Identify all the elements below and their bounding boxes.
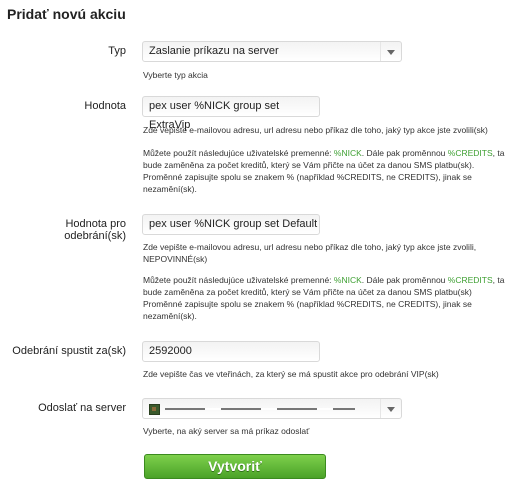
server-help: Vyberte, na aký server sa má príkaz odos…	[143, 426, 310, 436]
server-dropdown-arrow[interactable]	[380, 399, 401, 418]
typ-select[interactable]: Zaslanie príkazu na server	[142, 41, 402, 62]
typ-select-value: Zaslanie príkazu na server	[149, 45, 279, 57]
server-select[interactable]	[142, 398, 402, 419]
odobrani-variables-line2: bude zaměněna za počet kreditů, který se…	[143, 287, 472, 297]
hodnota-variables-line3: Proměnné zapisujte spolu se znakem % (na…	[143, 172, 472, 182]
typ-dropdown-arrow[interactable]	[380, 42, 401, 61]
odobrani-help-line1: Zde vepište e-mailovou adresu, url adres…	[143, 242, 477, 252]
chevron-down-icon	[387, 50, 395, 55]
odobrani-variables-line3: Proměnné zapisujte spolu se znakem % (na…	[143, 299, 472, 309]
hodnota-variables-help: Můžete použít následujúce uživatelské pr…	[143, 147, 504, 195]
nick-variable: %NICK	[333, 148, 362, 158]
spustit-help: Zde vepište čas ve vteřinách, za který s…	[143, 369, 439, 379]
page-title: Pridať novú akciu	[7, 6, 126, 22]
odobrani-variables-line1: Můžete použít následujúce uživatelské pr…	[143, 275, 505, 285]
chevron-down-icon	[387, 407, 395, 412]
create-button[interactable]: Vytvoriť	[144, 454, 326, 479]
hodnota-variables-line4: nezamění(sk).	[143, 184, 197, 194]
server-icon	[149, 404, 160, 415]
odobrani-help-line2: NEPOVINNÉ(sk)	[143, 254, 208, 264]
server-label: Odoslať na server	[38, 402, 126, 414]
hodnota-variables-line1: Můžete použít následujúce uživatelské pr…	[143, 148, 505, 158]
typ-help: Vyberte typ akcia	[143, 70, 208, 80]
redacted-server-name	[165, 408, 355, 410]
credits-variable: %CREDITS	[447, 148, 493, 158]
hodnota-variables-line2: bude zaměněna za počet kreditů, který se…	[143, 160, 475, 170]
odobrani-input[interactable]: pex user %NICK group set Default	[142, 214, 320, 235]
credits-variable: %CREDITS	[447, 275, 493, 285]
odobrani-label: Hodnota pro odebrání(sk)	[64, 218, 126, 242]
odobrani-help: Zde vepište e-mailovou adresu, url adres…	[143, 241, 476, 265]
spustit-label: Odebrání spustit za(sk)	[12, 345, 126, 357]
nick-variable: %NICK	[333, 275, 362, 285]
typ-label: Typ	[108, 45, 126, 57]
odobrani-variables-help: Můžete použít následujúce uživatelské pr…	[143, 274, 504, 322]
hodnota-help: Zde vepište e-mailovou adresu, url adres…	[143, 125, 488, 135]
hodnota-input[interactable]: pex user %NICK group set ExtraVip	[142, 96, 320, 131]
hodnota-label: Hodnota	[84, 100, 126, 112]
odobrani-variables-line4: nezamění(sk).	[143, 311, 197, 321]
spustit-input[interactable]: 2592000	[142, 341, 320, 362]
